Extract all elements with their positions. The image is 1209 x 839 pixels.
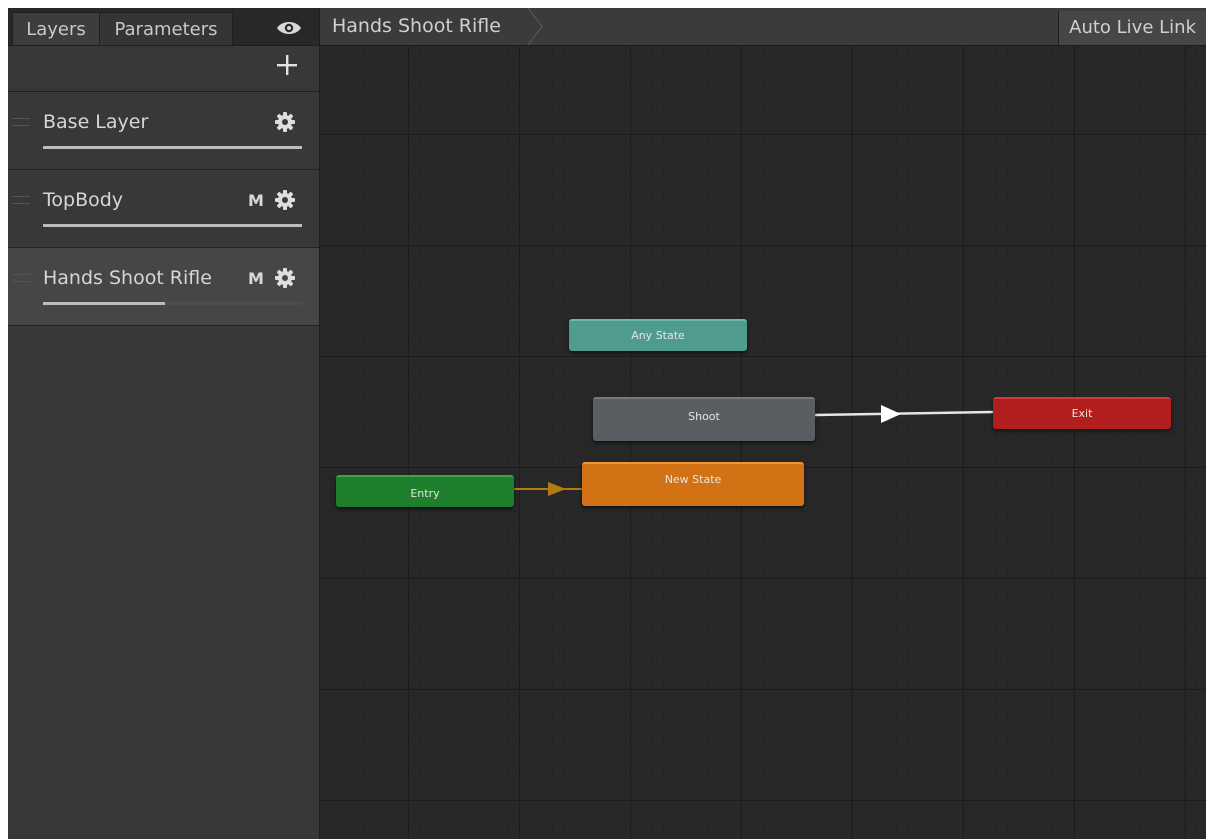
graph-toolbar: Hands Shoot Rifle Auto Live Link xyxy=(320,8,1206,46)
layer-item-base-layer[interactable]: Base Layer xyxy=(8,92,319,170)
layer-weight-slider[interactable] xyxy=(43,302,302,305)
panel-tabs: Layers Parameters xyxy=(8,8,319,46)
state-node-any-state[interactable]: Any State xyxy=(569,319,747,351)
layer-weight-slider[interactable] xyxy=(43,224,302,227)
transition-line[interactable] xyxy=(814,410,994,417)
plus-icon[interactable] xyxy=(274,52,300,78)
drag-handle-icon[interactable] xyxy=(12,196,30,204)
gear-icon[interactable] xyxy=(274,267,296,289)
layer-label: Hands Shoot Rifle xyxy=(43,267,212,289)
transitions-layer xyxy=(514,405,994,496)
gear-icon[interactable] xyxy=(274,189,296,211)
default-transition-arrow-icon xyxy=(548,482,566,496)
gear-icon[interactable] xyxy=(274,111,296,133)
tab-layers[interactable]: Layers xyxy=(12,12,100,45)
add-layer-row xyxy=(8,46,319,92)
layer-label: Base Layer xyxy=(43,111,149,133)
state-machine-graph[interactable]: Any State Shoot Exit Entry New State xyxy=(320,46,1206,839)
weight-fill xyxy=(43,302,165,305)
layer-weight-slider[interactable] xyxy=(43,146,302,149)
animator-window: Layers Parameters Base Layer TopBody M H… xyxy=(8,8,1206,839)
state-node-new-state[interactable]: New State xyxy=(582,462,804,506)
transition-arrow-icon xyxy=(881,405,901,423)
mask-indicator: M xyxy=(248,191,264,210)
mask-indicator: M xyxy=(248,269,264,288)
layer-label: TopBody xyxy=(43,189,124,211)
state-node-entry[interactable]: Entry xyxy=(336,475,514,507)
weight-fill xyxy=(43,224,302,227)
breadcrumb-chevron-icon xyxy=(528,8,543,45)
layers-panel: Layers Parameters Base Layer TopBody M H… xyxy=(8,8,320,839)
state-node-exit[interactable]: Exit xyxy=(993,397,1171,429)
breadcrumb[interactable]: Hands Shoot Rifle xyxy=(320,8,511,45)
state-node-shoot[interactable]: Shoot xyxy=(593,397,815,441)
eye-icon[interactable] xyxy=(276,19,302,37)
drag-handle-icon[interactable] xyxy=(12,274,30,282)
layer-item-hands-shoot-rifle[interactable]: Hands Shoot Rifle M xyxy=(8,248,319,326)
weight-fill xyxy=(43,146,302,149)
drag-handle-icon[interactable] xyxy=(12,118,30,126)
auto-live-link-button[interactable]: Auto Live Link xyxy=(1058,11,1206,45)
tab-parameters[interactable]: Parameters xyxy=(100,12,233,45)
layer-item-topbody[interactable]: TopBody M xyxy=(8,170,319,248)
